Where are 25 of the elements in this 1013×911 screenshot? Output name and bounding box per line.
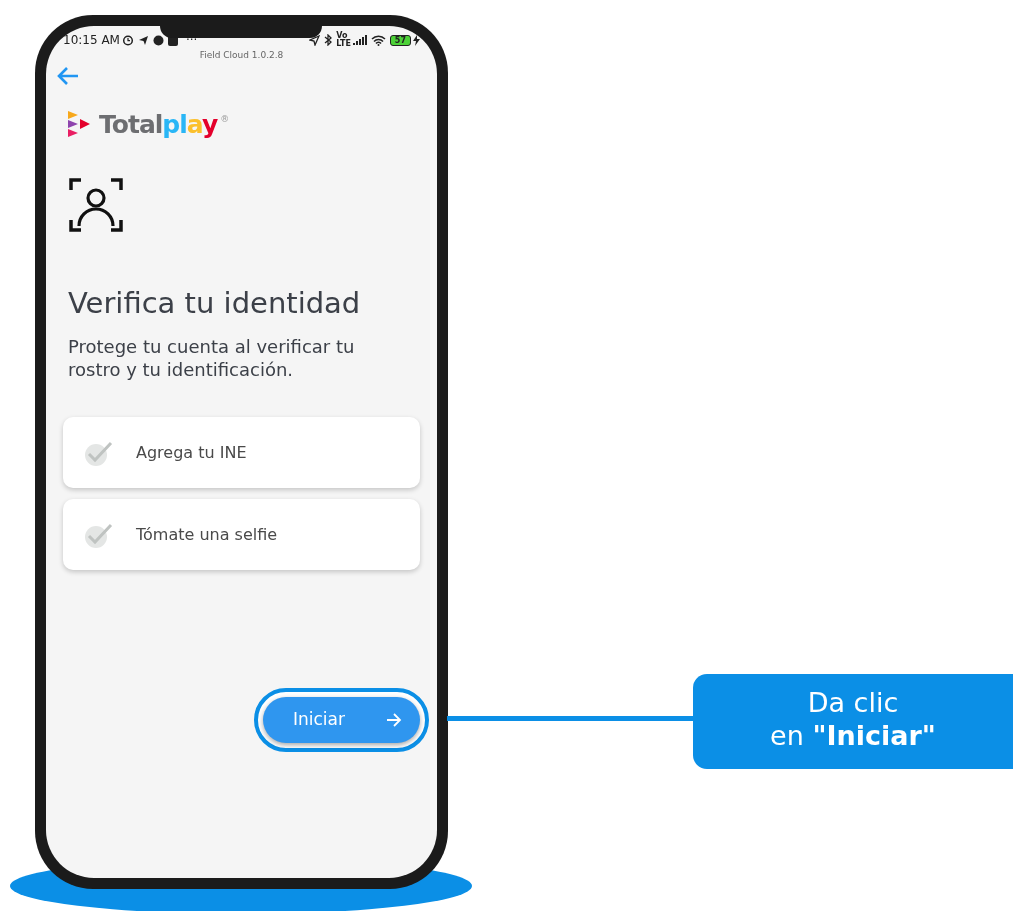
network-label: Vo LTE — [336, 32, 351, 48]
step-label: Tómate una selfie — [136, 523, 278, 546]
more-notifications: ··· — [185, 32, 198, 49]
wifi-icon — [370, 34, 386, 46]
send-icon — [137, 34, 149, 46]
back-arrow-icon[interactable] — [56, 66, 80, 86]
signal-icon — [352, 35, 367, 45]
brand-logo-text: Totalplay — [99, 109, 218, 141]
alarm-icon — [121, 34, 134, 46]
location-arrow-icon — [309, 34, 321, 46]
callout-label: Da clic en "Iniciar" — [693, 674, 1013, 769]
step-card[interactable]: Tómate una selfie — [63, 499, 420, 570]
chat-bubble-icon — [152, 34, 164, 46]
face-scan-icon — [69, 177, 123, 232]
app-title: Field Cloud 1.0.2.8 — [198, 50, 285, 60]
registered-mark: ® — [220, 113, 230, 126]
bluetooth-icon — [324, 34, 334, 46]
battery-level: 57 — [389, 34, 411, 46]
page-description: Protege tu cuenta al verificar tu rostro y tu identificación. — [67, 335, 356, 381]
arrow-right-icon — [386, 713, 402, 727]
page-title: Verifica tu identidad — [67, 284, 362, 322]
step-card[interactable]: Agrega tu INE — [63, 417, 420, 488]
status-time: 10:15 AM — [63, 32, 120, 49]
charging-icon — [413, 34, 420, 46]
step-label: Agrega tu INE — [136, 441, 247, 464]
